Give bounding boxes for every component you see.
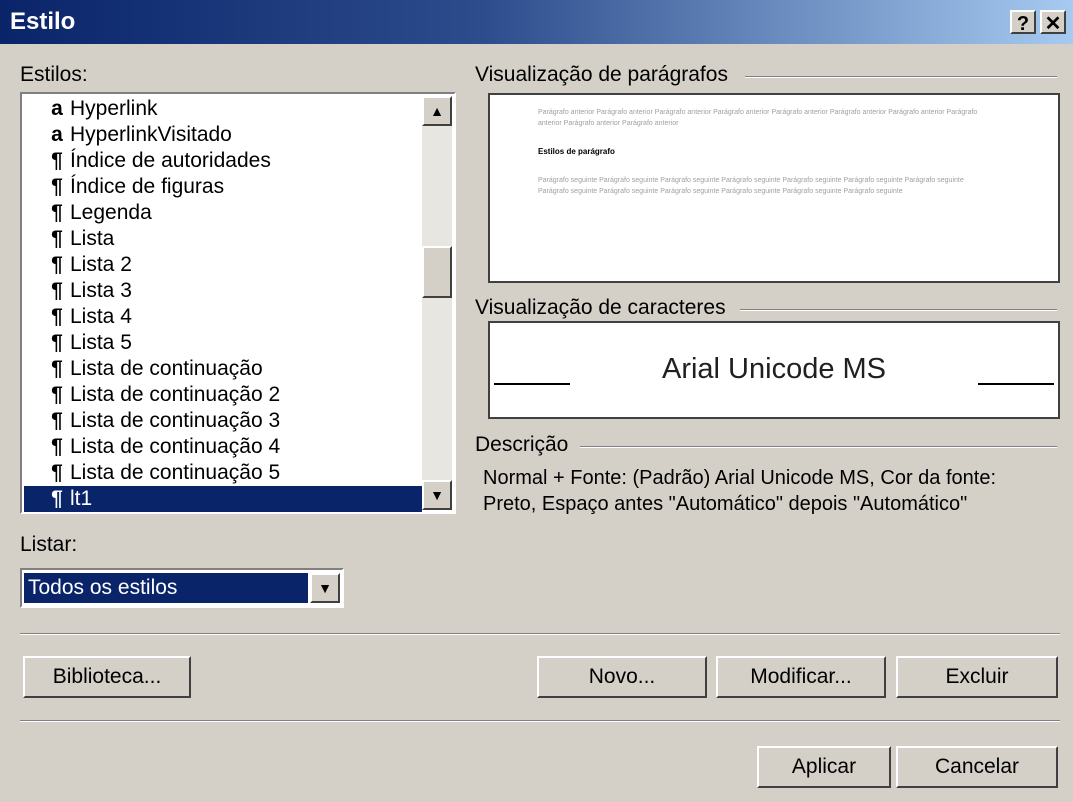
list-filter-value: Todos os estilos [24, 573, 308, 603]
character-sample: Arial Unicode MS [661, 353, 887, 385]
list-item[interactable]: ¶ Lista de continuação [24, 356, 422, 382]
chevron-down-icon: ▼ [318, 580, 332, 596]
paragraph-style-icon: ¶ [51, 487, 63, 510]
paragraph-preview-box: Parágrafo anterior Parágrafo anterior Pa… [488, 93, 1060, 283]
list-item-label: HyperlinkVisitado [70, 123, 232, 146]
paragraph-style-icon: ¶ [51, 279, 63, 302]
list-item[interactable]: a HyperlinkVisitado [24, 122, 422, 148]
list-item-label: Lista de continuação 2 [70, 383, 281, 406]
scroll-up-button[interactable]: ▲ [422, 96, 452, 126]
list-item-label: Legenda [70, 201, 152, 224]
list-item-label: Hyperlink [70, 97, 158, 120]
character-preview-rule [740, 309, 1057, 311]
character-style-icon: a [51, 123, 63, 146]
preview-previous-paragraph: Parágrafo anterior Parágrafo anterior Pa… [538, 109, 978, 127]
list-item-label: Lista de continuação 4 [70, 435, 281, 458]
paragraph-style-icon: ¶ [51, 149, 63, 172]
help-button[interactable]: ? [1010, 10, 1036, 35]
library-button-label: Biblioteca... [52, 665, 162, 688]
list-item-label: Lista 5 [70, 331, 132, 354]
scroll-thumb[interactable] [422, 246, 452, 298]
new-button-label: Novo... [588, 665, 656, 688]
apply-button[interactable]: Aplicar [757, 746, 891, 788]
list-item[interactable]: ¶ Índice de figuras [24, 174, 422, 200]
character-baseline-right [978, 383, 1054, 385]
scroll-down-button[interactable]: ▼ [422, 480, 452, 510]
list-item[interactable]: ¶ Lista de continuação 4 [24, 434, 422, 460]
arrow-up-icon: ▲ [430, 103, 444, 119]
paragraph-style-icon: ¶ [51, 331, 63, 354]
delete-button[interactable]: Excluir [896, 656, 1058, 698]
list-item-label: Lista de continuação [70, 357, 263, 380]
list-item[interactable]: ¶ Lista 3 [24, 278, 422, 304]
separator-bottom [20, 720, 1060, 722]
character-style-icon: a [51, 97, 63, 120]
close-button[interactable]: ✕ [1040, 10, 1066, 35]
paragraph-style-icon: ¶ [51, 409, 63, 432]
arrow-down-icon: ▼ [430, 487, 444, 503]
list-item[interactable]: ¶ Lista de continuação 3 [24, 408, 422, 434]
list-item[interactable]: ¶ Lista de continuação 2 [24, 382, 422, 408]
paragraph-style-icon: ¶ [51, 383, 63, 406]
styles-label: Estilos: [20, 63, 88, 86]
list-item[interactable]: ¶ lt1 [24, 486, 422, 512]
list-item-label: Lista 4 [70, 305, 132, 328]
style-dialog: Estilo ? ✕ Estilos: a Hyperlink a Hyperlink… [0, 0, 1073, 802]
paragraph-style-icon: ¶ [51, 201, 63, 224]
paragraph-style-icon: ¶ [51, 253, 63, 276]
list-item[interactable]: ¶ Lista [24, 226, 422, 252]
styles-scrollbar[interactable]: ▲ ▼ [422, 96, 452, 510]
library-button[interactable]: Biblioteca... [23, 656, 191, 698]
styles-list: a Hyperlink a HyperlinkVisitado ¶ Índice de a… [24, 96, 422, 512]
list-filter-label: Listar: [20, 533, 78, 556]
modify-button-label: Modificar... [750, 665, 852, 688]
list-filter-dropdown-button[interactable]: ▼ [310, 573, 340, 603]
paragraph-style-icon: ¶ [51, 175, 63, 198]
list-item-label: Lista de continuação 5 [70, 461, 281, 484]
list-item-label: Lista de continuação 3 [70, 409, 281, 432]
list-item[interactable]: ¶ Lista 4 [24, 304, 422, 330]
list-item[interactable]: ¶ Índice de autoridades [24, 148, 422, 174]
description-label: Descrição [475, 433, 569, 456]
cancel-button[interactable]: Cancelar [896, 746, 1058, 788]
close-icon: ✕ [1044, 13, 1062, 35]
paragraph-style-icon: ¶ [51, 461, 63, 484]
list-item-label: Lista [70, 227, 115, 250]
cancel-button-label: Cancelar [934, 755, 1020, 778]
list-item-label: Índice de autoridades [70, 149, 271, 172]
description-text: Normal + Fonte: (Padrão) Arial Unicode M… [483, 467, 997, 515]
list-item[interactable]: ¶ Lista de continuação 5 [24, 460, 422, 486]
list-item-label: Índice de figuras [70, 175, 225, 198]
apply-button-label: Aplicar [791, 755, 857, 778]
list-item-label: Lista 3 [70, 279, 132, 302]
character-preview-label: Visualização de caracteres [475, 296, 726, 319]
paragraph-style-icon: ¶ [51, 435, 63, 458]
character-preview-box: Arial Unicode MS [488, 321, 1060, 419]
list-item[interactable]: ¶ Lista 5 [24, 330, 422, 356]
window-title: Estilo [10, 8, 76, 35]
styles-listbox[interactable]: a Hyperlink a HyperlinkVisitado ¶ Índice de a… [20, 92, 456, 514]
list-filter-select[interactable]: Todos os estilos ▼ [20, 568, 344, 608]
paragraph-preview-label: Visualização de parágrafos [475, 63, 728, 86]
delete-button-label: Excluir [945, 665, 1009, 688]
paragraph-style-icon: ¶ [51, 357, 63, 380]
preview-next-paragraph: Parágrafo seguinte Parágrafo seguinte Pa… [538, 177, 964, 195]
paragraph-style-icon: ¶ [51, 305, 63, 328]
list-item[interactable]: a Hyperlink [24, 96, 422, 122]
paragraph-preview-rule [745, 76, 1057, 78]
separator-top [20, 633, 1060, 635]
list-item[interactable]: ¶ Legenda [24, 200, 422, 226]
paragraph-style-icon: ¶ [51, 227, 63, 250]
new-button[interactable]: Novo... [537, 656, 707, 698]
list-item[interactable]: ¶ Lista 2 [24, 252, 422, 278]
preview-sample-paragraph: Estilos de parágrafo [538, 147, 615, 156]
list-item-label: Lista 2 [70, 253, 132, 276]
list-item-label: lt1 [70, 487, 93, 510]
title-bar[interactable]: Estilo ? ✕ [0, 0, 1073, 44]
description-rule [580, 446, 1057, 448]
modify-button[interactable]: Modificar... [716, 656, 886, 698]
